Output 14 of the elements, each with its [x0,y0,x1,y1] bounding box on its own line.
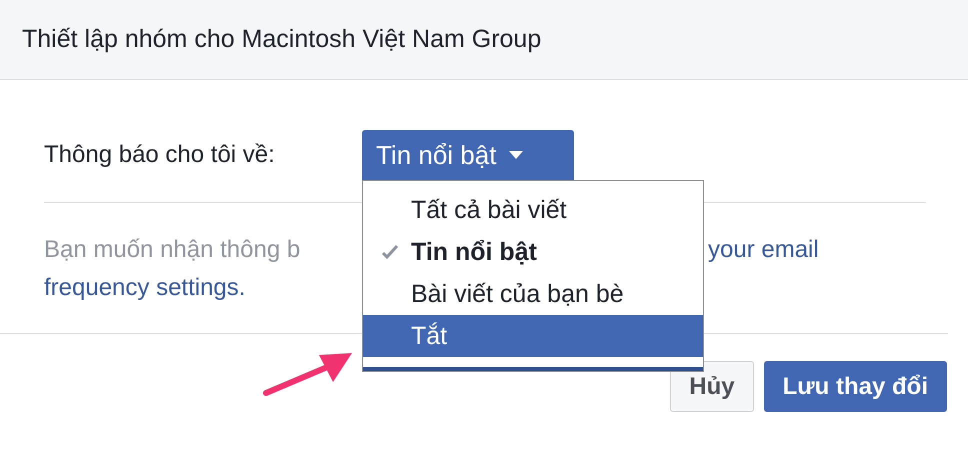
email-settings-link[interactable]: frequency settings. [44,269,246,307]
caret-icon [508,150,524,160]
menu-item[interactable]: Tắt [363,315,703,357]
cancel-button[interactable]: Hủy [670,361,754,412]
dropdown-button[interactable]: Tin nổi bật [362,130,574,180]
menu-item[interactable]: Bài viết của bạn bè [363,273,703,315]
checkmark-icon [381,244,399,260]
menu-item[interactable]: Tin nổi bật [363,231,703,273]
email-settings-link[interactable]: your email [708,231,926,269]
dialog-title: Thiết lập nhóm cho Macintosh Việt Nam Group [22,25,542,54]
menu-item[interactable]: Tất cả bài viết [363,189,703,231]
save-button[interactable]: Lưu thay đổi [764,361,947,412]
description-text: Bạn muốn nhận thông b [44,235,300,265]
notify-label: Thông báo cho tôi về: [44,141,276,169]
